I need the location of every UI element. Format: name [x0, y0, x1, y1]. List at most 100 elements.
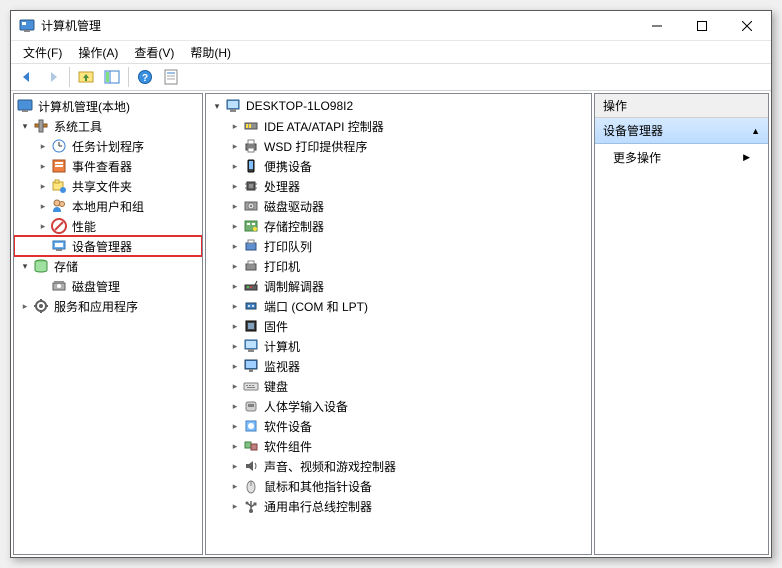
device-category[interactable]: ▸ 处理器 — [206, 176, 591, 196]
expander-icon[interactable]: ▸ — [36, 159, 50, 173]
device-root[interactable]: ▾DESKTOP-1LO98I2 — [206, 96, 591, 116]
expander-icon[interactable]: ▸ — [228, 199, 242, 213]
device-category[interactable]: ▸调制解调器 — [206, 276, 591, 296]
device-category[interactable]: ▸磁盘驱动器 — [206, 196, 591, 216]
tree-section[interactable]: ▾系统工具 — [14, 116, 202, 136]
properties-button[interactable] — [159, 65, 183, 89]
tree-label: 便携设备 — [262, 157, 314, 176]
event-icon — [51, 158, 67, 174]
tree-label: WSD 打印提供程序 — [262, 137, 369, 156]
maximize-button[interactable] — [679, 12, 724, 40]
device-category[interactable]: ▸IDE ATA/ATAPI 控制器 — [206, 116, 591, 136]
expander-icon[interactable]: ▸ — [228, 279, 242, 293]
expander-icon[interactable]: ▸ — [228, 499, 242, 513]
tree-item-users[interactable]: ▸本地用户和组 — [14, 196, 202, 216]
expander-icon[interactable]: ▸ — [228, 159, 242, 173]
expander-icon[interactable]: ▸ — [228, 399, 242, 413]
close-button[interactable] — [724, 12, 769, 40]
expander-icon[interactable]: ▸ — [228, 239, 242, 253]
expander-icon[interactable]: ▸ — [36, 139, 50, 153]
device-category[interactable]: ▸软件组件 — [206, 436, 591, 456]
perf-icon — [51, 218, 67, 234]
window-controls — [634, 12, 769, 40]
up-button[interactable] — [74, 65, 98, 89]
menu-action[interactable]: 操作(A) — [70, 42, 126, 63]
tree-item-device[interactable]: 设备管理器 — [14, 236, 202, 256]
toolbar: ? — [11, 63, 771, 91]
portable-icon — [243, 158, 259, 174]
tree-root[interactable]: 计算机管理(本地) — [14, 96, 202, 116]
expander-icon[interactable]: ▸ — [36, 199, 50, 213]
expander-icon[interactable]: ▾ — [18, 259, 32, 273]
middle-panel: ▾DESKTOP-1LO98I2▸IDE ATA/ATAPI 控制器▸WSD 打… — [205, 93, 592, 555]
expander-icon[interactable]: ▸ — [228, 439, 242, 453]
expander-icon[interactable]: ▸ — [228, 459, 242, 473]
tree-item-event[interactable]: ▸事件查看器 — [14, 156, 202, 176]
disk-icon — [51, 278, 67, 294]
minimize-button[interactable] — [634, 12, 679, 40]
device-category[interactable]: ▸ 便携设备 — [206, 156, 591, 176]
toolbar-separator — [128, 67, 129, 87]
device-category[interactable]: ▸人体学输入设备 — [206, 396, 591, 416]
expander-icon[interactable]: ▸ — [228, 299, 242, 313]
cpu-icon — [243, 178, 259, 194]
tree-label: 通用串行总线控制器 — [262, 497, 374, 516]
expander-icon[interactable]: ▸ — [228, 259, 242, 273]
chevron-right-icon: ▶ — [743, 152, 750, 163]
tree-item-disk[interactable]: 磁盘管理 — [14, 276, 202, 296]
forward-button[interactable] — [41, 65, 65, 89]
tree-section[interactable]: ▾存储 — [14, 256, 202, 276]
expander-icon[interactable]: ▸ — [228, 419, 242, 433]
device-category[interactable]: ▸ 通用串行总线控制器 — [206, 496, 591, 516]
actions-more[interactable]: 更多操作 ▶ — [595, 144, 768, 171]
expander-icon[interactable]: ▸ — [228, 379, 242, 393]
port-icon — [243, 298, 259, 314]
tree-label: 声音、视频和游戏控制器 — [262, 457, 398, 476]
tree-label: 磁盘管理 — [70, 277, 122, 296]
device-category[interactable]: ▸计算机 — [206, 336, 591, 356]
services-icon — [33, 298, 49, 314]
menu-file[interactable]: 文件(F) — [15, 42, 70, 63]
back-button[interactable] — [15, 65, 39, 89]
computer-icon — [225, 98, 241, 114]
expander-icon[interactable]: ▸ — [18, 299, 32, 313]
expander-icon[interactable]: ▸ — [228, 139, 242, 153]
device-category[interactable]: ▸打印机 — [206, 256, 591, 276]
expander-icon[interactable]: ▾ — [18, 119, 32, 133]
actions-category[interactable]: 设备管理器 ▲ — [595, 118, 768, 144]
expander-icon[interactable]: ▸ — [228, 339, 242, 353]
device-category[interactable]: ▸端口 (COM 和 LPT) — [206, 296, 591, 316]
device-category[interactable]: ▸监视器 — [206, 356, 591, 376]
tree-section[interactable]: ▸服务和应用程序 — [14, 296, 202, 316]
tree-label: 处理器 — [262, 177, 302, 196]
tree-label: 性能 — [70, 217, 98, 236]
expander-icon[interactable]: ▾ — [210, 99, 224, 113]
device-category[interactable]: ▸存储控制器 — [206, 216, 591, 236]
expander-icon[interactable]: ▸ — [36, 179, 50, 193]
device-category[interactable]: ▸ 声音、视频和游戏控制器 — [206, 456, 591, 476]
device-category[interactable]: ▸固件 — [206, 316, 591, 336]
device-category[interactable]: ▸打印队列 — [206, 236, 591, 256]
expander-icon[interactable]: ▸ — [228, 119, 242, 133]
menu-help[interactable]: 帮助(H) — [182, 42, 239, 63]
menu-view[interactable]: 查看(V) — [126, 42, 182, 63]
expander-icon[interactable]: ▸ — [228, 359, 242, 373]
expander-icon[interactable]: ▸ — [228, 219, 242, 233]
sound-icon — [243, 458, 259, 474]
computer-icon — [243, 338, 259, 354]
device-category[interactable]: ▸软件设备 — [206, 416, 591, 436]
usb-icon — [243, 498, 259, 514]
device-category[interactable]: ▸鼠标和其他指针设备 — [206, 476, 591, 496]
tree-item-perf[interactable]: ▸ 性能 — [14, 216, 202, 236]
expander-icon[interactable]: ▸ — [228, 179, 242, 193]
expander-icon[interactable]: ▸ — [228, 479, 242, 493]
device-category[interactable]: ▸ WSD 打印提供程序 — [206, 136, 591, 156]
tree-item-clock[interactable]: ▸任务计划程序 — [14, 136, 202, 156]
expander-icon[interactable]: ▸ — [228, 319, 242, 333]
device-category[interactable]: ▸键盘 — [206, 376, 591, 396]
expander-icon[interactable]: ▸ — [36, 219, 50, 233]
tree-item-shared[interactable]: ▸共享文件夹 — [14, 176, 202, 196]
show-hide-tree-button[interactable] — [100, 65, 124, 89]
help-button[interactable]: ? — [133, 65, 157, 89]
modem-icon — [243, 278, 259, 294]
